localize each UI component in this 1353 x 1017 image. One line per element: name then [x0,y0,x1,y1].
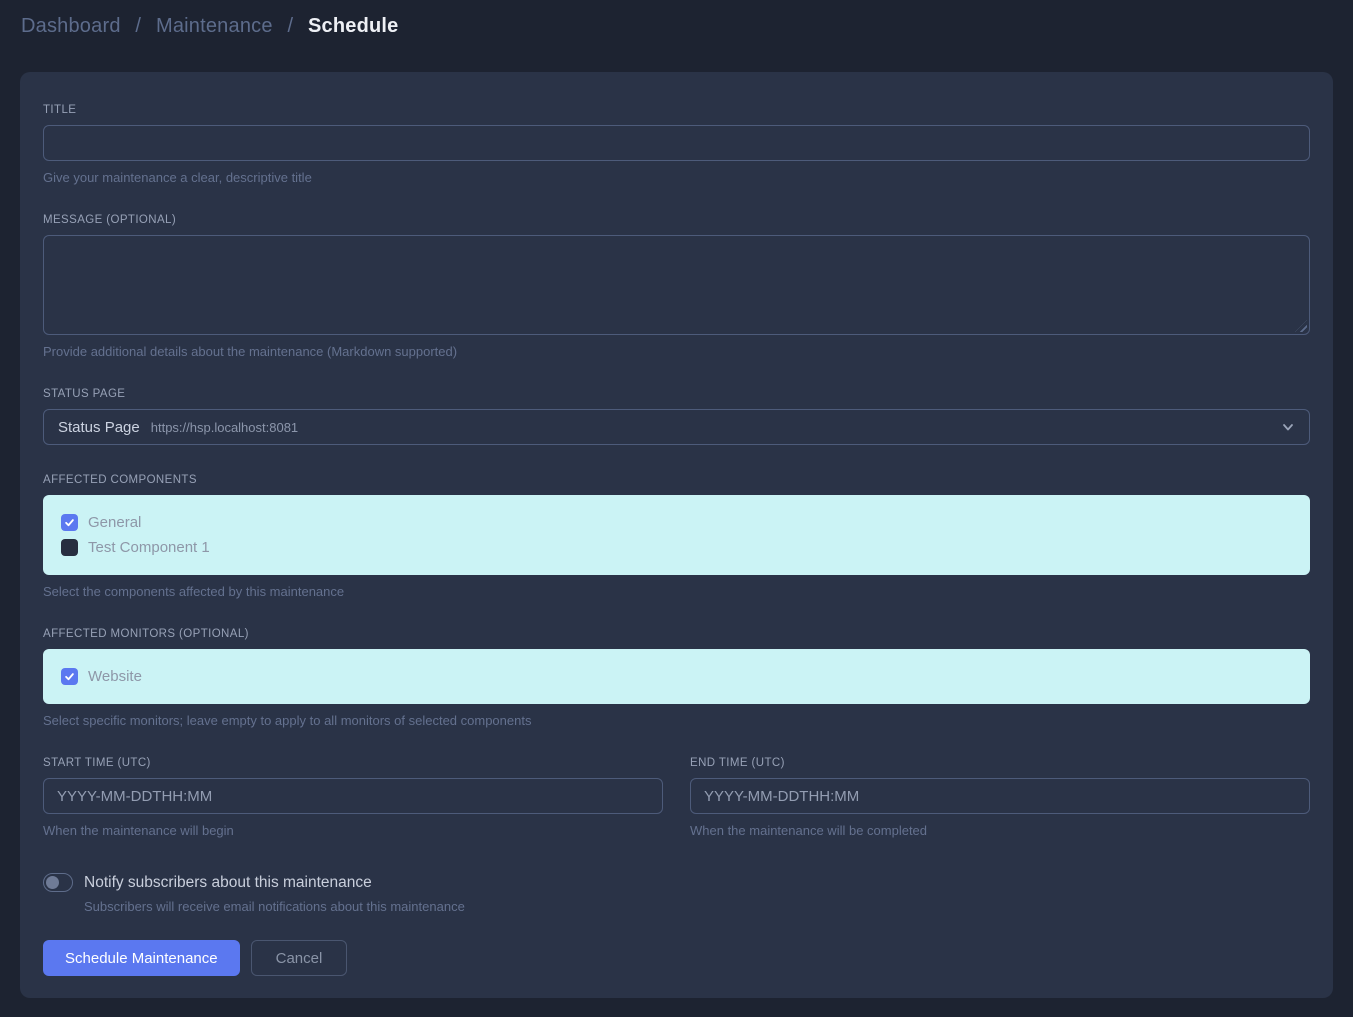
checkbox-general[interactable] [61,514,78,531]
affected-monitors-label: AFFECTED MONITORS (OPTIONAL) [43,628,1310,640]
checkbox-test-component-1[interactable] [61,539,78,556]
schedule-maintenance-button[interactable]: Schedule Maintenance [43,940,240,976]
breadcrumb-current-page: Schedule [308,15,399,37]
breadcrumb-link-maintenance[interactable]: Maintenance [156,15,273,37]
toggle-knob [46,876,59,889]
message-helper-text: Provide additional details about the mai… [43,344,1310,359]
affected-monitors-helper-text: Select specific monitors; leave empty to… [43,713,1310,728]
monitor-option-label: Website [88,668,142,685]
start-time-label: START TIME (UTC) [43,757,663,769]
end-time-input[interactable] [690,778,1310,814]
message-textarea[interactable] [43,235,1310,335]
notify-subscribers-helper-text: Subscribers will receive email notificat… [84,899,1310,914]
breadcrumb-link-dashboard[interactable]: Dashboard [21,15,121,37]
component-option-test-component-1[interactable]: Test Component 1 [61,539,1292,556]
notify-subscribers-group: Notify subscribers about this maintenanc… [43,873,1310,914]
form-actions: Schedule Maintenance Cancel [43,940,1310,976]
component-option-label: Test Component 1 [88,539,210,556]
breadcrumb-separator: / [287,15,293,37]
time-fields-row: START TIME (UTC) When the maintenance wi… [43,757,1310,838]
title-field-group: TITLE Give your maintenance a clear, des… [43,104,1310,185]
breadcrumb: Dashboard / Maintenance / Schedule [21,12,1332,40]
end-time-helper-text: When the maintenance will be completed [690,823,1310,838]
end-time-label: END TIME (UTC) [690,757,1310,769]
title-input[interactable] [43,125,1310,161]
affected-monitors-field-group: AFFECTED MONITORS (OPTIONAL) Website Sel… [43,628,1310,728]
notify-subscribers-toggle[interactable] [43,873,73,892]
component-option-general[interactable]: General [61,514,1292,531]
component-option-label: General [88,514,141,531]
cancel-button[interactable]: Cancel [251,940,348,976]
end-time-field-group: END TIME (UTC) When the maintenance will… [690,757,1310,838]
breadcrumb-separator: / [135,15,141,37]
status-page-selected-name: Status Page [58,419,140,436]
top-bar: Dashboard / Maintenance / Schedule [0,0,1353,40]
monitor-option-website[interactable]: Website [61,668,1292,685]
affected-components-field-group: AFFECTED COMPONENTS General Test Compone… [43,474,1310,599]
affected-components-label: AFFECTED COMPONENTS [43,474,1310,486]
message-label: MESSAGE (OPTIONAL) [43,214,1310,226]
check-icon [64,671,75,682]
status-page-field-group: STATUS PAGE Status Page https://hsp.loca… [43,388,1310,445]
start-time-helper-text: When the maintenance will begin [43,823,663,838]
start-time-field-group: START TIME (UTC) When the maintenance wi… [43,757,663,838]
components-options-box: General Test Component 1 [43,495,1310,575]
notify-subscribers-label[interactable]: Notify subscribers about this maintenanc… [84,874,372,892]
status-page-select[interactable]: Status Page https://hsp.localhost:8081 [43,409,1310,445]
title-label: TITLE [43,104,1310,116]
message-field-group: MESSAGE (OPTIONAL) Provide additional de… [43,214,1310,359]
start-time-input[interactable] [43,778,663,814]
checkbox-website[interactable] [61,668,78,685]
chevron-down-icon [1281,420,1295,434]
status-page-label: STATUS PAGE [43,388,1310,400]
status-page-selected-url: https://hsp.localhost:8081 [151,420,298,435]
monitors-options-box: Website [43,649,1310,704]
schedule-maintenance-form-card: TITLE Give your maintenance a clear, des… [20,72,1333,998]
check-icon [64,517,75,528]
title-helper-text: Give your maintenance a clear, descripti… [43,170,1310,185]
affected-components-helper-text: Select the components affected by this m… [43,584,1310,599]
